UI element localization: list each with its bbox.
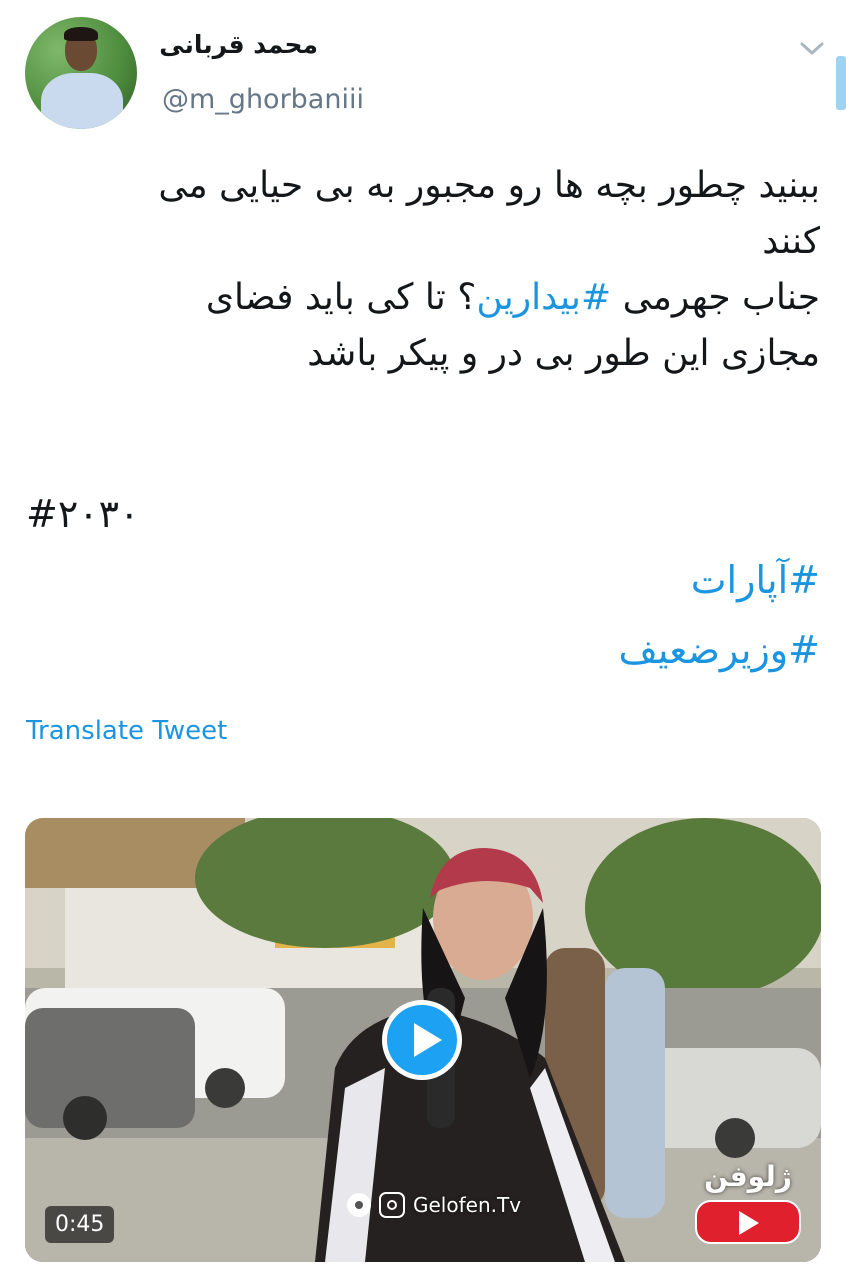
play-button[interactable]: [382, 1000, 462, 1080]
instagram-icon: [379, 1192, 405, 1218]
tweet-text: ببنید چطور بچه ها رو مجبور به بی حیایی م…: [20, 158, 820, 382]
tweet-line-4: مجازی این طور بی در و پیکر باشد: [307, 333, 820, 374]
author-display-name[interactable]: محمد قربانی: [159, 30, 318, 59]
chevron-down-icon[interactable]: [798, 36, 826, 60]
brand-logo: ژلوفن: [691, 1160, 805, 1246]
author-username[interactable]: @m_ghorbaniii: [162, 84, 364, 115]
tweet-line-3: جناب جهرمی #بیدارین؟ تا کی باید فضای: [20, 270, 820, 326]
hashtag-link-aparat[interactable]: #آپارات: [691, 558, 820, 602]
brand-logo-text: ژلوفن: [704, 1160, 792, 1193]
video-player[interactable]: Gelofen.Tv ژلوفن 0:45: [25, 818, 821, 1262]
play-icon: [414, 1023, 442, 1057]
video-duration-badge: 0:45: [45, 1206, 115, 1243]
brand-play-icon: [739, 1211, 759, 1235]
avatar-figure-hair: [64, 27, 98, 41]
hashtag-link-bidarin[interactable]: #بیدارین: [476, 277, 611, 318]
hashtag-2030: #۲۰۳۰: [26, 492, 140, 536]
hashtag-link-vazirzaif[interactable]: #وزیرضعیف: [619, 628, 821, 672]
author-avatar[interactable]: [25, 17, 137, 129]
video-watermark: Gelofen.Tv: [347, 1192, 521, 1218]
tweet-line-3-end: ؟ تا کی باید فضای: [205, 277, 477, 318]
tweet-line-1: ببنید چطور بچه ها رو مجبور به بی حیایی م…: [158, 165, 820, 206]
watermark-text: Gelofen.Tv: [413, 1193, 522, 1217]
scroll-indicator: [836, 56, 846, 110]
film-reel-icon: [347, 1193, 371, 1217]
translate-tweet-link[interactable]: Translate Tweet: [26, 716, 227, 746]
avatar-figure-body: [41, 73, 123, 129]
tweet-line-3-start: جناب جهرمی: [611, 277, 820, 318]
tweet-line-2: کنند: [762, 221, 820, 262]
brand-play-badge: [695, 1200, 801, 1244]
